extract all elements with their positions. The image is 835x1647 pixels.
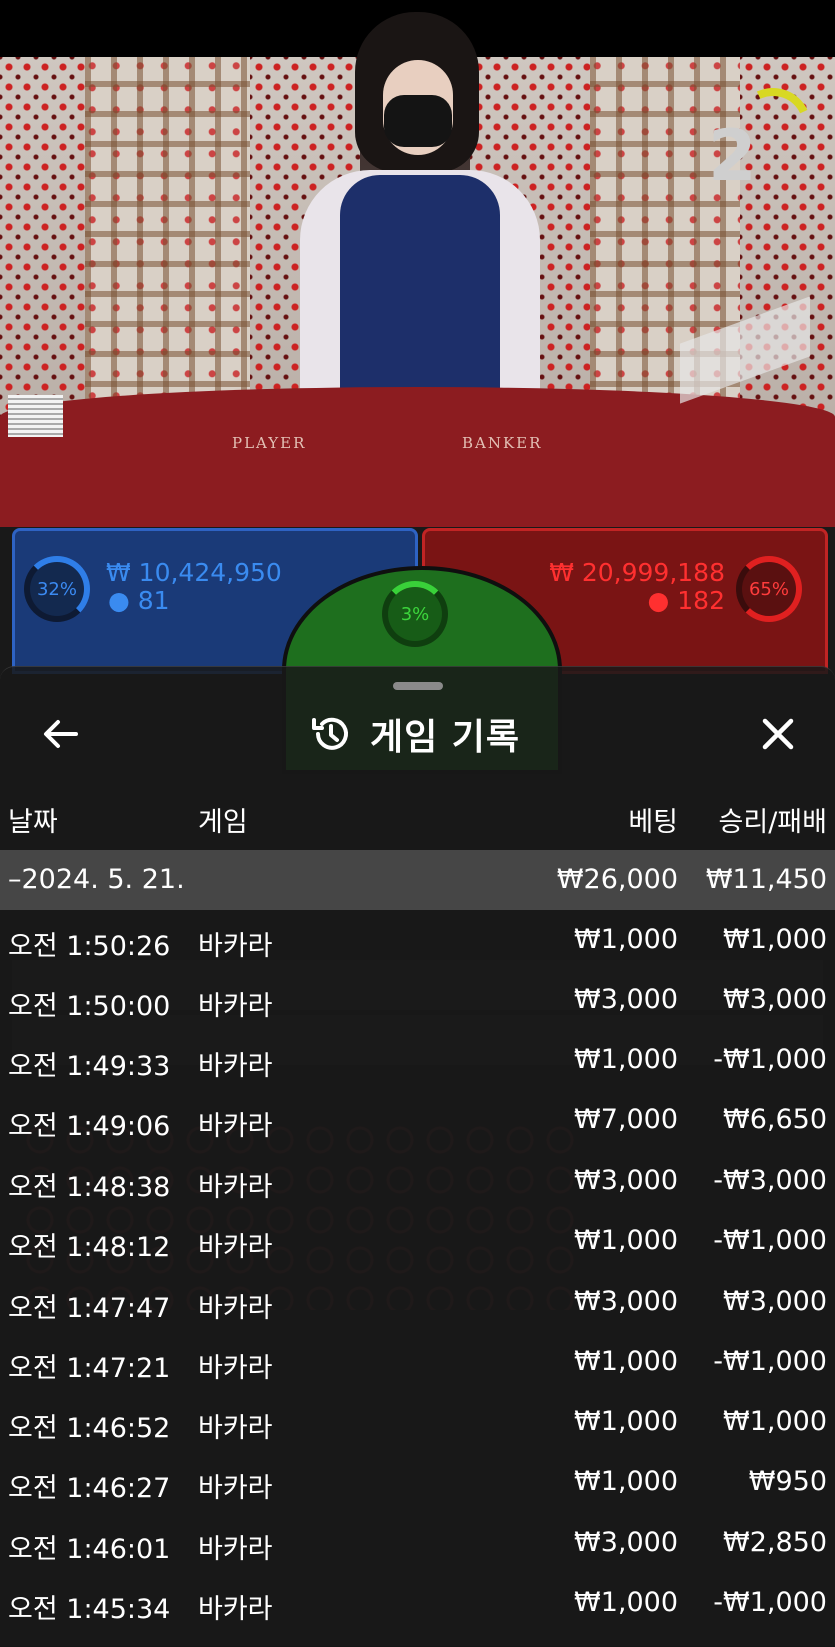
row-bet: ₩1,000: [574, 1225, 678, 1256]
history-row[interactable]: 오전 1:48:38 바카라 ₩3,000 -₩3,000: [0, 1151, 835, 1211]
tie-percent: 3%: [400, 603, 430, 625]
row-bet: ₩1,000: [574, 1346, 678, 1377]
baccarat-table: [0, 387, 835, 527]
history-row[interactable]: 오전 1:47:47 바카라 ₩3,000 ₩3,000: [0, 1272, 835, 1332]
row-result: ₩1,000: [723, 1406, 827, 1437]
date-group-result-total: ₩11,450: [705, 864, 827, 895]
row-time: 오전 1:48:38: [8, 1172, 171, 1203]
banker-bettors: ● 182: [648, 586, 726, 615]
tie-percent-ring: 3%: [382, 581, 448, 647]
row-bet: ₩1,000: [574, 1587, 678, 1618]
player-total-amount: ₩ 10,424,950: [106, 558, 282, 587]
row-time: 오전 1:49:33: [8, 1051, 171, 1082]
row-time: 오전 1:45:34: [8, 1594, 171, 1625]
row-result: ₩950: [748, 1466, 827, 1497]
date-group-label: –2024. 5. 21.: [8, 864, 185, 895]
row-bet: ₩3,000: [574, 1165, 678, 1196]
row-time: 오전 1:50:00: [8, 991, 171, 1022]
col-header-game: 게임: [198, 807, 248, 838]
close-icon: [762, 718, 794, 750]
row-game: 바카라: [198, 1413, 273, 1444]
row-time: 오전 1:47:47: [8, 1293, 171, 1324]
arrow-left-icon: [44, 720, 78, 748]
row-result: -₩1,000: [713, 1225, 827, 1256]
row-time: 오전 1:46:27: [8, 1473, 171, 1504]
drag-handle[interactable]: [393, 682, 443, 690]
row-bet: ₩3,000: [574, 1527, 678, 1558]
row-time: 오전 1:50:26: [8, 931, 171, 962]
row-time: 오전 1:46:52: [8, 1413, 171, 1444]
row-time: 오전 1:48:12: [8, 1232, 171, 1263]
row-time: 오전 1:46:01: [8, 1534, 171, 1565]
row-game: 바카라: [198, 1293, 273, 1324]
col-header-date: 날짜: [8, 807, 58, 838]
row-result: ₩1,000: [723, 924, 827, 955]
row-bet: ₩3,000: [574, 984, 678, 1015]
row-bet: ₩1,000: [574, 924, 678, 955]
history-row[interactable]: 오전 1:47:21 바카라 ₩1,000 -₩1,000: [0, 1332, 835, 1392]
history-row[interactable]: 오전 1:49:06 바카라 ₩7,000 ₩6,650: [0, 1090, 835, 1150]
history-row[interactable]: 오전 1:45:34 바카라 ₩1,000 -₩1,000: [0, 1573, 835, 1633]
history-row[interactable]: 오전 1:50:00 바카라 ₩3,000 ₩3,000: [0, 970, 835, 1030]
row-game: 바카라: [198, 1353, 273, 1384]
back-button[interactable]: [36, 712, 84, 756]
sheet-title-text: 게임 기록: [370, 717, 521, 758]
player-bettors: ● 81: [108, 586, 170, 615]
history-row[interactable]: 오전 1:46:01 바카라 ₩3,000 ₩2,850: [0, 1513, 835, 1573]
row-game: 바카라: [198, 931, 273, 962]
person-icon: ●: [647, 586, 670, 615]
player-bettor-count: 81: [137, 586, 170, 615]
col-header-result: 승리/패배: [718, 807, 827, 838]
row-bet: ₩1,000: [574, 1406, 678, 1437]
dealer-vest: [340, 175, 500, 405]
banker-total-amount: ₩ 20,999,188: [549, 558, 725, 587]
history-row[interactable]: 오전 1:48:12 바카라 ₩1,000 -₩1,000: [0, 1211, 835, 1271]
sheet-title: 게임 기록: [310, 710, 520, 758]
row-game: 바카라: [198, 1172, 273, 1203]
row-bet: ₩7,000: [574, 1104, 678, 1135]
row-game: 바카라: [198, 1473, 273, 1504]
player-percent-ring: 32%: [24, 556, 90, 622]
row-time: 오전 1:47:21: [8, 1353, 171, 1384]
date-group-row[interactable]: –2024. 5. 21. ₩26,000 ₩11,450: [0, 850, 835, 910]
row-result: -₩1,000: [713, 1044, 827, 1075]
card-stack: [8, 395, 63, 437]
row-result: ₩2,850: [723, 1527, 827, 1558]
decor-left: [0, 57, 90, 447]
row-result: -₩1,000: [713, 1587, 827, 1618]
history-row[interactable]: 오전 1:46:27 바카라 ₩1,000 ₩950: [0, 1452, 835, 1512]
row-result: -₩3,000: [713, 1165, 827, 1196]
banker-percent-ring: 65%: [736, 556, 802, 622]
history-row[interactable]: 오전 1:50:26 바카라 ₩1,000 ₩1,000: [0, 910, 835, 970]
row-game: 바카라: [198, 1111, 273, 1142]
player-percent: 32%: [36, 578, 77, 600]
row-game: 바카라: [198, 1232, 273, 1263]
row-result: ₩6,650: [723, 1104, 827, 1135]
row-bet: ₩3,000: [574, 1286, 678, 1317]
banker-percent: 65%: [748, 578, 789, 600]
row-time: 오전 1:49:06: [8, 1111, 171, 1142]
date-group-bet-total: ₩26,000: [556, 864, 678, 895]
row-game: 바카라: [198, 1051, 273, 1082]
row-game: 바카라: [198, 1534, 273, 1565]
lattice-screen-left: [85, 57, 250, 447]
row-game: 바카라: [198, 991, 273, 1022]
history-row[interactable]: 오전 1:46:52 바카라 ₩1,000 ₩1,000: [0, 1392, 835, 1452]
table-player-text: PLAYER: [232, 434, 307, 452]
person-icon: ●: [108, 586, 130, 615]
row-game: 바카라: [198, 1594, 273, 1625]
row-bet: ₩1,000: [574, 1466, 678, 1497]
history-clock-icon: [312, 717, 348, 750]
row-result: -₩1,000: [713, 1346, 827, 1377]
col-header-bet: 베팅: [628, 807, 678, 838]
table-banker-text: BANKER: [462, 434, 543, 452]
row-result: ₩3,000: [723, 984, 827, 1015]
row-result: ₩3,000: [723, 1286, 827, 1317]
history-row[interactable]: 오전 1:49:33 바카라 ₩1,000 -₩1,000: [0, 1030, 835, 1090]
banker-bettor-count: 182: [677, 586, 725, 615]
close-button[interactable]: [754, 710, 802, 758]
row-bet: ₩1,000: [574, 1044, 678, 1075]
countdown-timer: 2: [708, 115, 757, 197]
dealer-mask: [384, 95, 452, 147]
